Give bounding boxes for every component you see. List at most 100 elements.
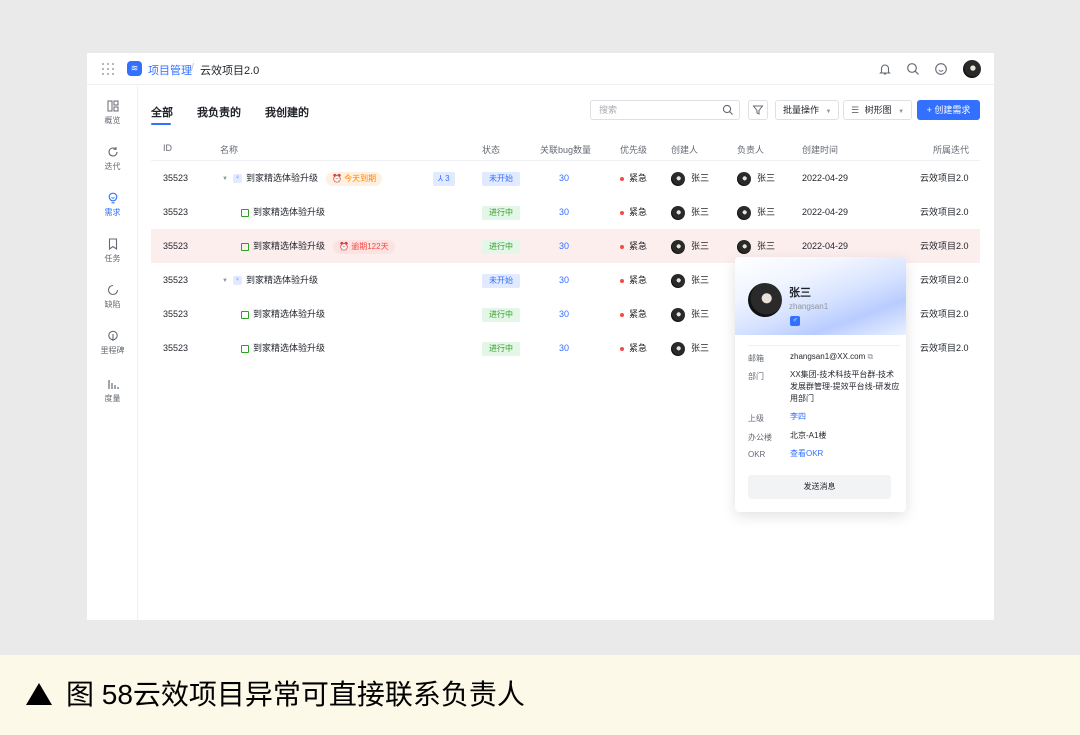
row-name-cell[interactable]: 到家精选体验升级 (241, 297, 325, 331)
avatar (737, 171, 751, 186)
filter-button[interactable] (748, 100, 768, 120)
project-logo-icon: ≋ (127, 61, 142, 76)
department-value: XX集团-技术科技平台群-技术发展群管理-提效平台线-研发应用部门 (790, 370, 900, 403)
manager-link[interactable]: 李四 (790, 411, 900, 423)
row-iteration[interactable]: 云效项目2.0 (920, 331, 969, 365)
sidebar-item-milestone[interactable]: 里程碑 (87, 330, 138, 356)
defect-icon (107, 284, 118, 296)
sidebar-item-label: 度量 (104, 394, 121, 403)
figure-caption: 图 58云效项目异常可直接联系负责人 (0, 655, 1080, 735)
status-badge[interactable]: 进行中 (482, 341, 520, 356)
sidebar-item-overview[interactable]: 概览 (87, 100, 138, 126)
bell-icon[interactable] (878, 62, 892, 76)
epic-icon: ♀ (232, 174, 242, 184)
row-status-cell: 进行中 (482, 331, 520, 365)
sidebar-item-metrics[interactable]: 度量 (87, 378, 138, 404)
subtask-count-badge[interactable]: ⅄ 3 (433, 171, 455, 186)
breadcrumb-separator: / (191, 62, 195, 74)
breadcrumb-project-management[interactable]: 项目管理 (148, 62, 192, 78)
row-name-cell[interactable]: 到家精选体验升级 (241, 331, 325, 365)
search-input[interactable]: 搜索 (590, 100, 740, 120)
avatar (737, 205, 751, 220)
row-owner[interactable]: 张三 (737, 161, 775, 195)
row-name-cell[interactable]: ▼ ♀ 到家精选体验升级 ⏰ 今天到期 (222, 161, 383, 196)
row-name: 到家精选体验升级 (253, 343, 326, 353)
row-creator[interactable]: 张三 (671, 263, 709, 297)
search-icon[interactable] (906, 62, 920, 76)
row-name-cell[interactable]: ▼ ♀ 到家精选体验升级 (222, 263, 318, 297)
user-avatar[interactable] (963, 60, 981, 78)
requirement-type-icon (241, 242, 249, 251)
sidebar-item-task[interactable]: 任务 (87, 238, 138, 264)
send-message-button[interactable]: 发送消息 (748, 475, 891, 499)
alarm-icon: ⏰ (339, 241, 349, 251)
tab-my-owned[interactable]: 我负责的 (197, 104, 241, 120)
expand-caret-icon[interactable]: ▼ (222, 264, 228, 298)
row-bug-count[interactable]: 30 (559, 297, 569, 331)
tab-my-created[interactable]: 我创建的 (265, 104, 309, 120)
smiley-icon[interactable] (934, 62, 948, 76)
iteration-icon (107, 147, 118, 157)
overview-icon (107, 100, 118, 112)
row-iteration[interactable]: 云效项目2.0 (920, 229, 969, 263)
create-requirement-button[interactable]: + 创建需求 (917, 100, 980, 120)
priority-dot-icon (620, 278, 624, 283)
sidebar-item-requirement[interactable]: 需求 (87, 192, 138, 218)
expand-caret-icon[interactable]: ▼ (222, 162, 228, 196)
avatar (671, 239, 685, 254)
row-owner[interactable]: 张三 (737, 195, 775, 229)
app-grid-icon[interactable] (102, 63, 114, 75)
row-bug-count[interactable]: 30 (559, 331, 569, 365)
row-priority-cell: 紧急 (620, 263, 647, 297)
row-iteration[interactable]: 云效项目2.0 (920, 297, 969, 331)
row-name-cell[interactable]: 到家精选体验升级 ⏰ 逾期122天 (241, 229, 395, 263)
row-creator[interactable]: 张三 (671, 331, 709, 365)
copy-icon[interactable]: ⧉ (868, 352, 874, 361)
row-creator[interactable]: 张三 (671, 161, 709, 195)
alarm-icon: ⏰ (331, 173, 342, 183)
status-badge[interactable]: 未开始 (482, 171, 520, 186)
status-badge[interactable]: 进行中 (482, 239, 520, 254)
office-label: 办公楼 (748, 433, 772, 442)
epic-icon: ♀ (232, 276, 242, 286)
row-bug-count[interactable]: 30 (559, 195, 569, 229)
requirement-icon (108, 192, 117, 204)
row-creator[interactable]: 张三 (671, 297, 709, 331)
status-badge[interactable]: 未开始 (482, 273, 520, 288)
row-iteration[interactable]: 云效项目2.0 (920, 161, 969, 195)
row-iteration[interactable]: 云效项目2.0 (920, 263, 969, 297)
metrics-icon (107, 380, 119, 389)
status-badge[interactable]: 进行中 (482, 307, 520, 322)
okr-link[interactable]: 查看OKR (790, 448, 900, 460)
tab-all[interactable]: 全部 (151, 104, 173, 120)
col-header-bug-count: 关联bug数量 (540, 145, 592, 155)
status-badge[interactable]: 进行中 (482, 205, 520, 220)
tree-view-button[interactable]: ☰ 树形图 ▼ (843, 100, 913, 120)
table-row[interactable]: 35523 ▼ ♀ 到家精选体验升级 ⏰ 今天到期 ⅄ 3 未开始 30 紧急 张三 … (151, 161, 980, 195)
row-creator[interactable]: 张三 (671, 229, 709, 263)
row-name: 到家精选体验升级 (245, 275, 318, 285)
row-creator[interactable]: 张三 (671, 195, 709, 229)
okr-label: OKR (748, 450, 766, 459)
due-today-tag: ⏰ 今天到期 (325, 171, 383, 186)
overdue-tag-label: 逾期122天 (351, 241, 389, 251)
chevron-down-icon: ▼ (825, 109, 832, 115)
row-name: 到家精选体验升级 (253, 207, 326, 217)
due-tag-label: 今天到期 (344, 173, 377, 183)
filter-icon (752, 105, 764, 115)
sidebar-item-defect[interactable]: 缺陷 (87, 284, 138, 310)
row-bug-count[interactable]: 30 (559, 161, 569, 195)
priority-dot-icon (620, 210, 624, 215)
table-row[interactable]: 35523 到家精选体验升级 进行中 30 紧急 张三 张三 2022-04-2… (151, 195, 980, 229)
sidebar-item-iteration[interactable]: 迭代 (87, 146, 138, 172)
row-bug-count[interactable]: 30 (559, 263, 569, 297)
priority-dot-icon (620, 346, 624, 351)
row-bug-count[interactable]: 30 (559, 229, 569, 263)
row-id: 35523 (163, 173, 189, 183)
row-iteration[interactable]: 云效项目2.0 (920, 195, 969, 229)
row-id: 35523 (163, 207, 189, 217)
row-name-cell[interactable]: 到家精选体验升级 (241, 195, 325, 229)
avatar (671, 341, 685, 356)
avatar (671, 307, 685, 322)
bulk-action-button[interactable]: 批量操作 ▼ (775, 100, 840, 120)
